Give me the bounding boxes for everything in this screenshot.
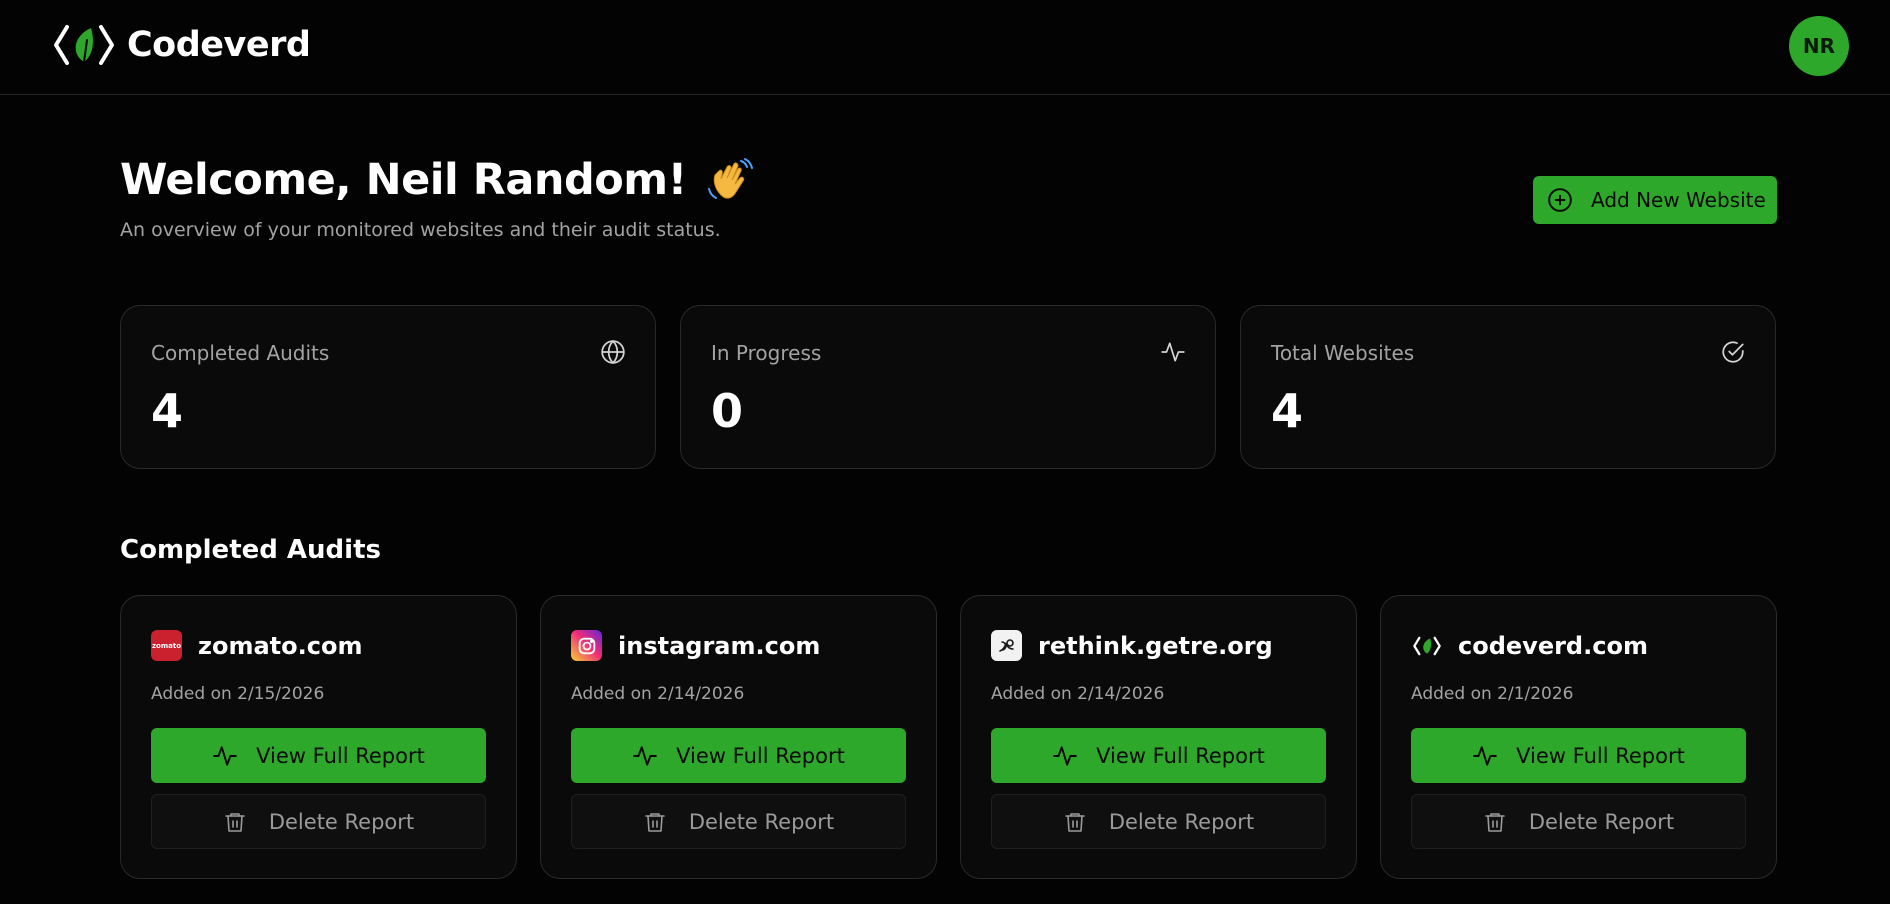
welcome-section: Welcome, Neil Random! An overview of you…: [120, 155, 755, 241]
section-title: Completed Audits: [120, 535, 381, 565]
page-title: Welcome, Neil Random!: [120, 155, 755, 205]
site-header: zomato zomato.com: [151, 630, 362, 661]
stat-value: 4: [1271, 384, 1304, 438]
plus-circle-icon: [1548, 188, 1572, 212]
codeverd-leaf-logo-icon: [54, 25, 114, 65]
globe-icon: [601, 339, 625, 365]
activity-icon: [213, 745, 237, 766]
view-full-report-button[interactable]: View Full Report: [571, 728, 906, 783]
stat-card-completed-audits: Completed Audits 4: [120, 305, 656, 469]
added-date: Added on 2/15/2026: [151, 684, 325, 704]
view-full-report-label: View Full Report: [1096, 743, 1265, 768]
site-name: rethink.getre.org: [1038, 631, 1273, 660]
stat-label: Total Websites: [1271, 341, 1415, 365]
site-card-rethink: rethink.getre.org Added on 2/14/2026 Vie…: [960, 595, 1357, 879]
stat-label: In Progress: [711, 341, 822, 365]
trash-icon: [645, 812, 665, 832]
delete-report-button[interactable]: Delete Report: [1411, 794, 1746, 849]
view-full-report-label: View Full Report: [256, 743, 425, 768]
activity-icon: [1053, 745, 1077, 766]
waving-hand-icon: [707, 158, 753, 199]
trash-icon: [1065, 812, 1085, 832]
view-full-report-label: View Full Report: [1516, 743, 1685, 768]
top-navbar: Codeverd NR: [0, 0, 1890, 95]
stat-card-total-websites: Total Websites 4: [1240, 305, 1776, 469]
add-new-website-label: Add New Website: [1591, 188, 1766, 212]
site-name: zomato.com: [198, 631, 363, 660]
rethink-favicon-icon: [991, 630, 1022, 661]
site-header: codeverd.com: [1411, 630, 1648, 661]
added-date: Added on 2/14/2026: [571, 684, 745, 704]
delete-report-button[interactable]: Delete Report: [151, 794, 486, 849]
zomato-favicon-icon: zomato: [151, 630, 182, 661]
activity-icon: [1473, 745, 1497, 766]
codeverd-favicon-icon: [1411, 630, 1442, 661]
delete-report-label: Delete Report: [688, 809, 835, 834]
site-name: instagram.com: [618, 631, 821, 660]
trash-icon: [1485, 812, 1505, 832]
site-name: codeverd.com: [1458, 631, 1648, 660]
site-card-codeverd: codeverd.com Added on 2/1/2026 View Full…: [1380, 595, 1777, 879]
brand-name: Codeverd: [127, 25, 311, 65]
instagram-favicon-icon: [571, 630, 602, 661]
stat-card-in-progress: In Progress 0: [680, 305, 1216, 469]
add-new-website-button[interactable]: Add New Website: [1533, 176, 1777, 224]
view-full-report-button[interactable]: View Full Report: [991, 728, 1326, 783]
delete-report-button[interactable]: Delete Report: [571, 794, 906, 849]
added-date: Added on 2/1/2026: [1411, 684, 1574, 704]
welcome-title-text: Welcome, Neil Random!: [120, 155, 687, 205]
check-circle-icon: [1722, 341, 1744, 363]
stat-label: Completed Audits: [151, 341, 330, 365]
activity-icon: [1161, 342, 1185, 362]
trash-icon: [225, 812, 245, 832]
delete-report-label: Delete Report: [1528, 809, 1675, 834]
site-card-instagram: instagram.com Added on 2/14/2026 View Fu…: [540, 595, 937, 879]
activity-icon: [633, 745, 657, 766]
brand[interactable]: Codeverd: [53, 22, 311, 68]
view-full-report-button[interactable]: View Full Report: [151, 728, 486, 783]
user-avatar[interactable]: NR: [1789, 16, 1849, 76]
view-full-report-label: View Full Report: [676, 743, 845, 768]
delete-report-label: Delete Report: [268, 809, 415, 834]
site-header: instagram.com: [571, 630, 820, 661]
page-subtitle: An overview of your monitored websites a…: [120, 219, 721, 241]
stat-value: 4: [151, 384, 184, 438]
stat-value: 0: [711, 384, 744, 438]
site-header: rethink.getre.org: [991, 630, 1273, 661]
site-card-zomato: zomato zomato.com Added on 2/15/2026 Vie…: [120, 595, 517, 879]
added-date: Added on 2/14/2026: [991, 684, 1165, 704]
view-full-report-button[interactable]: View Full Report: [1411, 728, 1746, 783]
delete-report-label: Delete Report: [1108, 809, 1255, 834]
delete-report-button[interactable]: Delete Report: [991, 794, 1326, 849]
